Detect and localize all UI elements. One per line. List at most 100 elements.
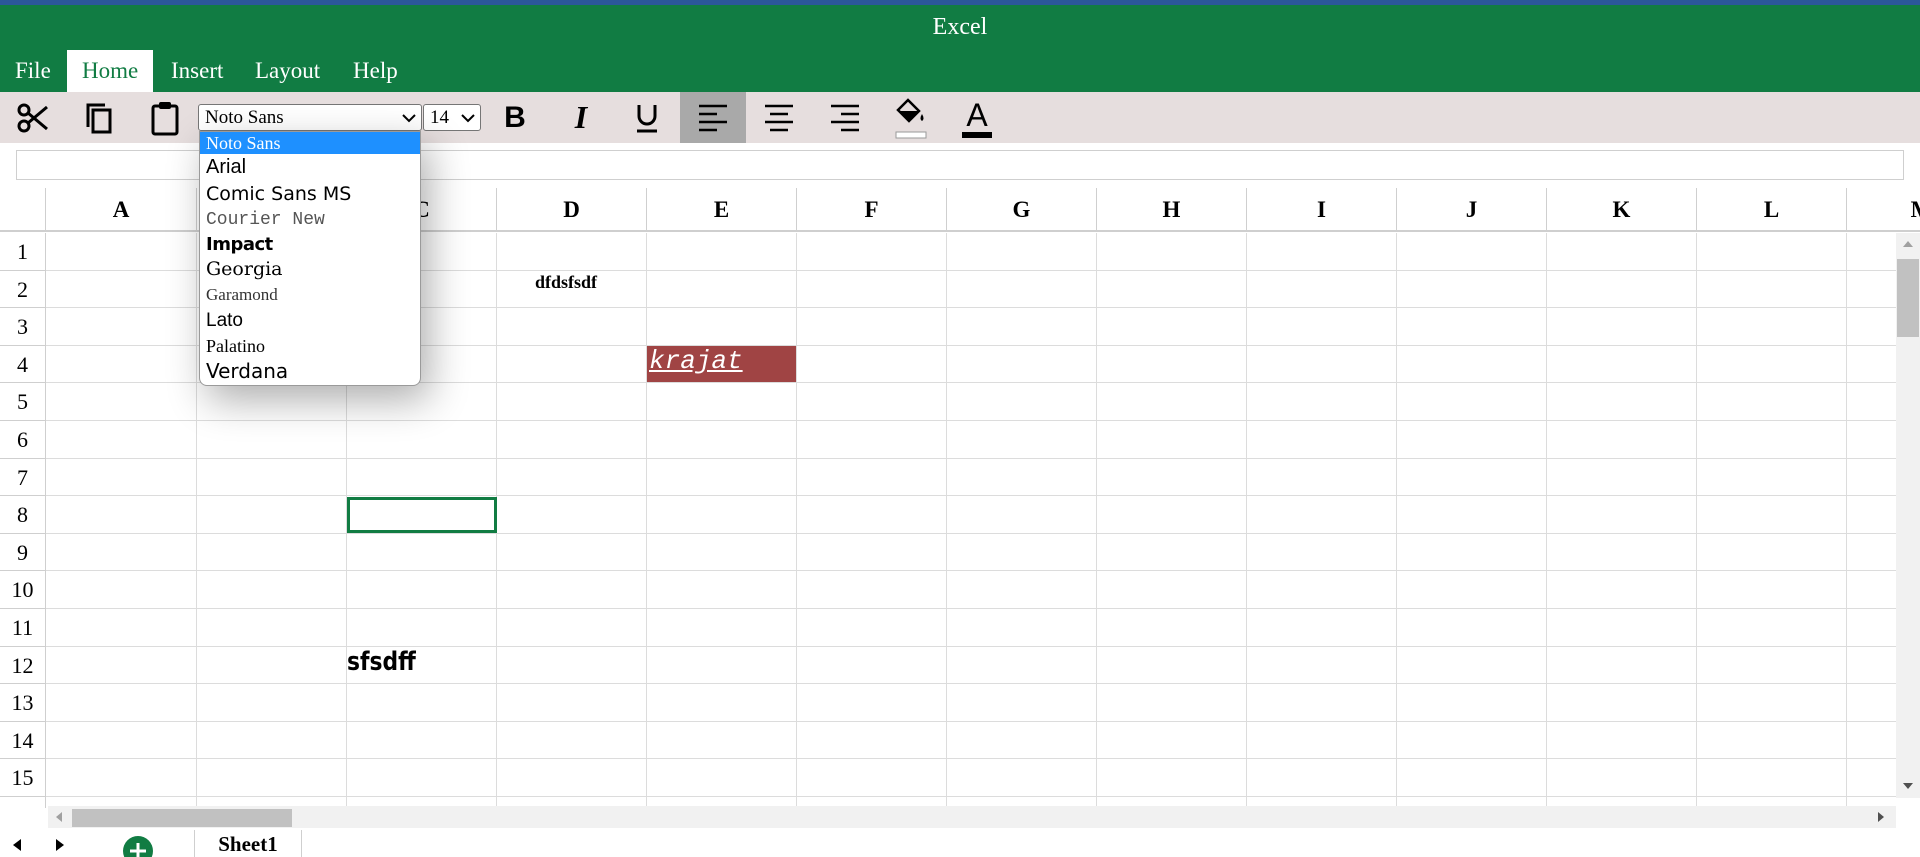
grid-cell[interactable] xyxy=(197,421,347,459)
grid-cell[interactable] xyxy=(797,458,947,497)
grid-cell[interactable] xyxy=(46,458,197,497)
grid-cell[interactable] xyxy=(1547,270,1697,309)
grid-cell[interactable] xyxy=(197,721,347,760)
row-header[interactable]: 1 xyxy=(0,233,46,271)
grid-cell[interactable] xyxy=(647,421,797,459)
grid-cell[interactable] xyxy=(46,721,197,760)
row-header[interactable]: 7 xyxy=(0,458,46,497)
font-option-comic-sans[interactable]: Comic Sans MS xyxy=(200,181,420,207)
grid-cell[interactable] xyxy=(197,571,347,609)
grid-cell[interactable] xyxy=(1097,496,1247,534)
row-header[interactable]: 4 xyxy=(0,345,46,384)
grid-cell[interactable] xyxy=(197,533,347,572)
grid-cell[interactable] xyxy=(46,609,197,647)
row-header[interactable]: 8 xyxy=(0,496,46,534)
bold-button[interactable]: B xyxy=(482,92,548,143)
grid-cell[interactable] xyxy=(46,383,197,421)
grid-cell[interactable] xyxy=(797,308,947,346)
grid-cell[interactable] xyxy=(347,383,497,421)
grid-cell[interactable] xyxy=(497,421,647,459)
scroll-right-icon[interactable] xyxy=(1878,812,1886,822)
grid-cell[interactable] xyxy=(1547,684,1697,722)
column-header-j[interactable]: J xyxy=(1397,188,1547,232)
menu-help[interactable]: Help xyxy=(338,50,413,92)
grid-cell[interactable] xyxy=(197,759,347,797)
font-color-button[interactable]: A xyxy=(944,92,1010,143)
grid-cell[interactable] xyxy=(1547,646,1697,685)
grid-cell[interactable] xyxy=(46,759,197,797)
grid-cell[interactable] xyxy=(797,496,947,534)
row-header[interactable]: 15 xyxy=(0,759,46,797)
grid-cell[interactable] xyxy=(1547,233,1697,271)
next-sheet-icon[interactable] xyxy=(56,839,65,851)
grid-cell[interactable] xyxy=(797,759,947,797)
grid-cell[interactable] xyxy=(1697,721,1847,760)
grid-cell[interactable] xyxy=(797,233,947,271)
align-left-button[interactable] xyxy=(680,92,746,143)
font-family-select[interactable]: Noto Sans xyxy=(198,104,422,131)
grid-cell[interactable] xyxy=(497,345,647,384)
grid-cell[interactable] xyxy=(797,646,947,685)
grid-cell[interactable] xyxy=(1397,609,1547,647)
grid-cell[interactable] xyxy=(46,233,197,271)
grid-cell[interactable] xyxy=(1097,609,1247,647)
grid-cell[interactable] xyxy=(1547,496,1697,534)
grid-cell[interactable] xyxy=(1247,721,1397,760)
grid-cell[interactable] xyxy=(497,759,647,797)
grid-cell[interactable] xyxy=(46,496,197,534)
grid-cell[interactable] xyxy=(1247,270,1397,309)
column-header-i[interactable]: I xyxy=(1247,188,1397,232)
grid-cell[interactable] xyxy=(1247,684,1397,722)
grid-cell[interactable] xyxy=(647,308,797,346)
grid-cell[interactable] xyxy=(1097,458,1247,497)
row-header[interactable]: 16 xyxy=(0,797,46,808)
font-option-verdana[interactable]: Verdana xyxy=(200,358,420,385)
grid-cell[interactable] xyxy=(197,458,347,497)
grid-cell[interactable] xyxy=(1697,609,1847,647)
grid-cell[interactable] xyxy=(1397,345,1547,384)
grid-cell[interactable] xyxy=(1397,571,1547,609)
column-header-g[interactable]: G xyxy=(947,188,1097,232)
grid-cell[interactable] xyxy=(347,721,497,760)
font-option-arial[interactable]: Arial xyxy=(200,154,420,180)
selected-cell-c8[interactable] xyxy=(347,497,497,533)
grid-cell[interactable] xyxy=(497,383,647,421)
grid-cell[interactable] xyxy=(1247,383,1397,421)
grid-cell[interactable] xyxy=(947,383,1097,421)
grid-cell[interactable] xyxy=(46,308,197,346)
grid-cell[interactable] xyxy=(797,270,947,309)
grid-cell[interactable] xyxy=(1547,759,1697,797)
horizontal-scrollbar[interactable] xyxy=(48,806,1896,828)
menu-home[interactable]: Home xyxy=(67,50,154,92)
grid-cell[interactable] xyxy=(497,308,647,346)
vertical-scroll-thumb[interactable] xyxy=(1897,259,1919,337)
grid-cell[interactable] xyxy=(497,533,647,572)
grid-cell[interactable] xyxy=(647,684,797,722)
grid-cell[interactable] xyxy=(1397,759,1547,797)
grid-cell[interactable] xyxy=(1697,759,1847,797)
grid-cell[interactable] xyxy=(797,571,947,609)
grid-cell[interactable] xyxy=(1097,233,1247,271)
grid-cell[interactable] xyxy=(1397,496,1547,534)
font-option-lato[interactable]: Lato xyxy=(200,308,420,334)
font-option-courier-new[interactable]: Courier New xyxy=(200,208,420,232)
grid-cell[interactable] xyxy=(947,270,1097,309)
column-header-e[interactable]: E xyxy=(647,188,797,232)
grid-cell[interactable] xyxy=(1547,308,1697,346)
row-header[interactable]: 13 xyxy=(0,684,46,722)
menu-layout[interactable]: Layout xyxy=(240,50,335,92)
grid-cell[interactable] xyxy=(1397,458,1547,497)
grid-cell[interactable] xyxy=(1097,571,1247,609)
menu-file[interactable]: File xyxy=(0,50,66,92)
grid-cell[interactable] xyxy=(1397,308,1547,346)
grid-cell[interactable] xyxy=(1697,571,1847,609)
grid-cell[interactable] xyxy=(1547,458,1697,497)
row-header[interactable]: 14 xyxy=(0,721,46,760)
paste-button[interactable] xyxy=(132,92,198,143)
column-header-m[interactable]: M xyxy=(1847,188,1920,232)
grid-cell[interactable] xyxy=(1247,759,1397,797)
fill-color-button[interactable] xyxy=(878,92,944,143)
grid-cell[interactable] xyxy=(497,684,647,722)
grid-cell[interactable] xyxy=(1097,684,1247,722)
grid-cell[interactable] xyxy=(647,646,797,685)
